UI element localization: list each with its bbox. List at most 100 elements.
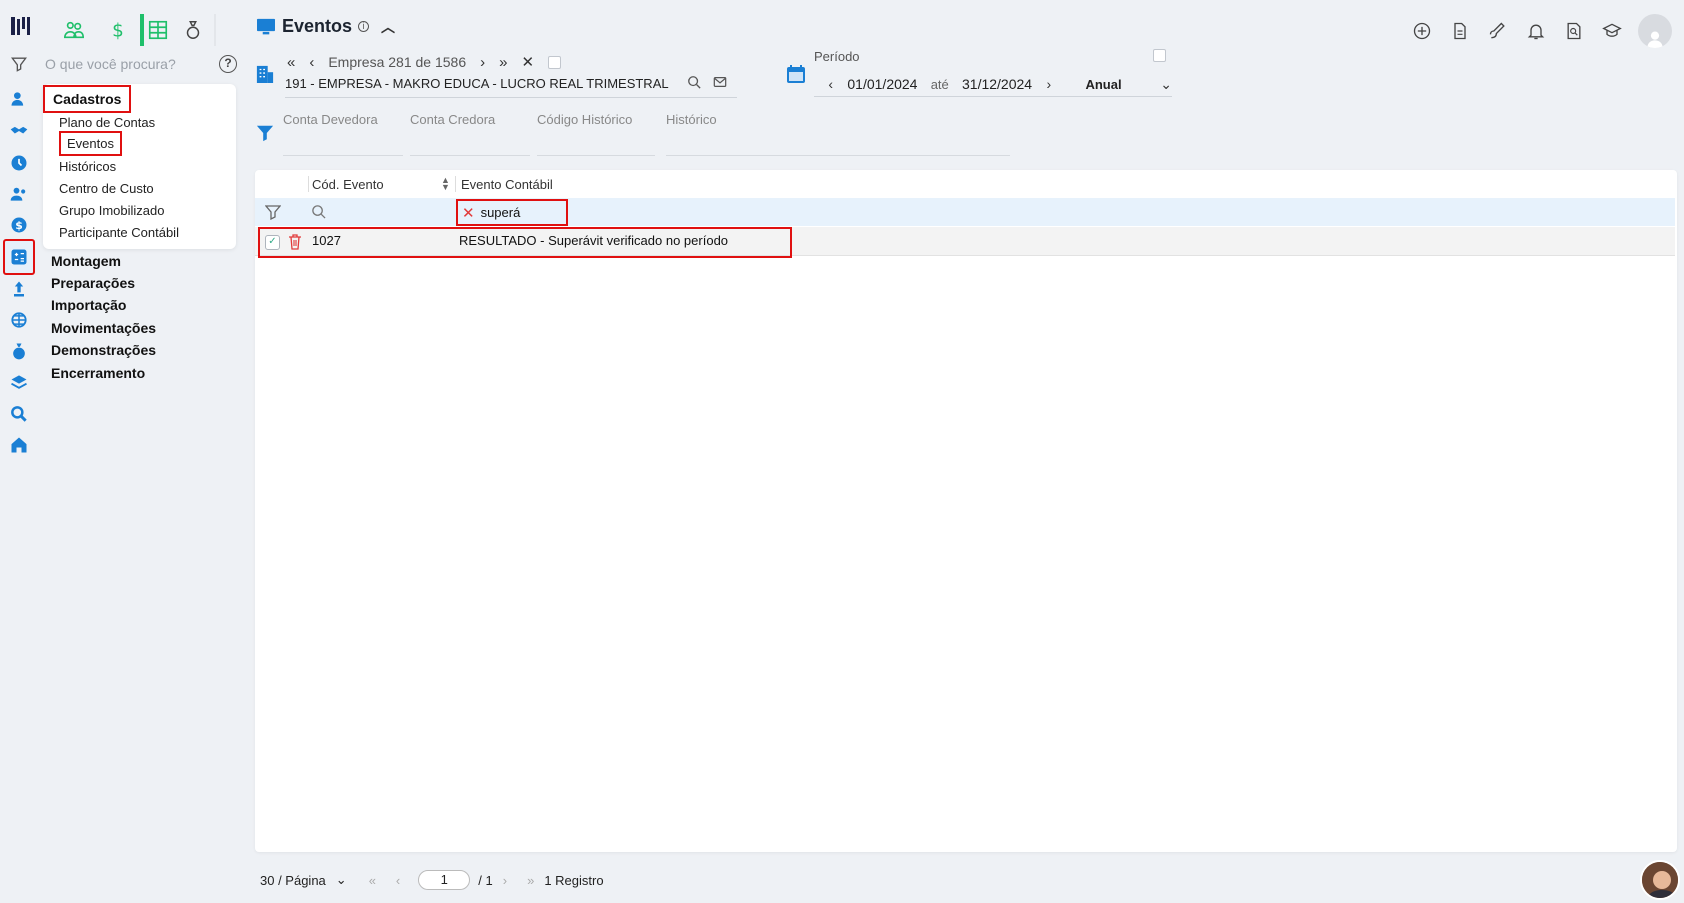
column-label-evento: Evento Contábil — [461, 176, 553, 192]
grid-module-icon[interactable] — [140, 14, 172, 46]
periodo-type[interactable]: Anual — [1085, 77, 1152, 92]
help-icon[interactable]: ? — [219, 55, 237, 73]
menu-group-encerramento[interactable]: Encerramento — [51, 365, 145, 381]
page-size-chevron-icon[interactable]: ⌄ — [336, 872, 347, 888]
filter-conta-devedora[interactable]: Conta Devedora — [283, 112, 403, 156]
module-bar: $ — [52, 14, 216, 46]
handshake-icon[interactable] — [7, 119, 31, 143]
report-search-icon[interactable] — [1562, 19, 1586, 43]
clear-filter-icon[interactable]: ✕ — [462, 204, 475, 222]
money-bag-icon[interactable] — [7, 339, 31, 363]
empresa-checkbox[interactable] — [548, 55, 562, 69]
evento-filter-input[interactable]: ✕ superá — [456, 199, 568, 226]
periodo-checkbox[interactable] — [1153, 49, 1166, 62]
first-page-icon[interactable]: « — [369, 873, 376, 888]
search-rail-icon[interactable] — [7, 402, 31, 426]
filter-historico[interactable]: Histórico — [666, 112, 1010, 156]
record-count: 1 Registro — [544, 872, 604, 888]
submenu-plano-de-contas[interactable]: Plano de Contas — [59, 115, 155, 130]
people-icon[interactable] — [7, 182, 31, 206]
periodo-start[interactable]: 01/01/2024 — [847, 76, 917, 92]
menu-group-preparacoes[interactable]: Preparações — [51, 275, 135, 291]
column-label-codigo: Cód. Evento — [312, 176, 384, 192]
column-divider — [455, 176, 456, 192]
add-circle-icon[interactable] — [1410, 19, 1434, 43]
next-page-icon[interactable]: › — [503, 873, 507, 888]
menu-group-importacao[interactable]: Importação — [51, 297, 126, 313]
menu-title-cadastros[interactable]: Cadastros — [43, 85, 132, 113]
last-company-icon[interactable]: » — [499, 54, 507, 71]
menu-group-demonstracoes[interactable]: Demonstrações — [51, 342, 156, 358]
document-icon[interactable] — [1448, 19, 1472, 43]
submenu-eventos[interactable]: Eventos — [59, 131, 122, 156]
monitor-icon — [257, 18, 275, 34]
layers-icon[interactable] — [7, 370, 31, 394]
info-icon[interactable]: i — [358, 21, 370, 32]
periodo-prev-icon[interactable]: ‹ — [814, 76, 847, 92]
search-placeholder[interactable]: O que você procura? — [45, 56, 176, 72]
submenu-participante-contabil[interactable]: Participante Contábil — [59, 225, 179, 240]
graduation-cap-icon[interactable] — [1600, 19, 1624, 43]
svg-text:$: $ — [112, 20, 124, 41]
empresa-field[interactable]: 191 - EMPRESA - MAKRO EDUCA - LUCRO REAL… — [285, 76, 737, 98]
empresa-navigation: « ‹ Empresa 281 de 1586 › » ✕ — [287, 53, 562, 71]
column-divider — [308, 176, 309, 192]
submenu-grupo-imobilizado[interactable]: Grupo Imobilizado — [59, 203, 165, 218]
brush-icon[interactable] — [1486, 19, 1510, 43]
chevron-up-icon[interactable]: ︿ — [381, 17, 395, 37]
events-grid: Cód. Evento ▲ ▼ Evento Contábil ✕ superá … — [255, 170, 1677, 852]
network-icon[interactable] — [7, 308, 31, 332]
filter-codigo-historico[interactable]: Código Histórico — [537, 112, 655, 156]
filter-conta-credora[interactable]: Conta Credora — [410, 112, 530, 156]
next-company-icon[interactable]: › — [480, 54, 485, 71]
clock-icon[interactable] — [7, 151, 31, 175]
dollar-icon[interactable]: $ — [7, 213, 31, 237]
menu-group-movimentacoes[interactable]: Movimentações — [51, 320, 156, 336]
bag-module-icon[interactable] — [172, 14, 216, 46]
empresa-counter: Empresa 281 de 1586 — [328, 54, 467, 70]
periodo-label: Período — [814, 49, 860, 64]
calendar-icon[interactable] — [786, 64, 806, 84]
mail-icon[interactable] — [713, 75, 727, 89]
periodo-ate: até — [930, 76, 949, 92]
chevron-down-icon[interactable]: ⌄ — [1160, 76, 1172, 93]
accounting-icon[interactable] — [3, 239, 35, 275]
row-filter-icon[interactable] — [265, 204, 281, 220]
app-logo[interactable] — [8, 14, 32, 38]
periodo-end[interactable]: 31/12/2024 — [962, 76, 1032, 92]
left-rail: $ — [0, 0, 38, 903]
periodo-next-icon[interactable]: › — [1032, 76, 1065, 92]
evento-filter-value: superá — [480, 205, 521, 220]
page-title-text: Eventos — [282, 16, 353, 36]
search-icon[interactable] — [687, 75, 701, 89]
submenu-historicos[interactable]: Históricos — [59, 159, 116, 174]
prev-company-icon[interactable]: ‹ — [309, 54, 314, 71]
home-icon[interactable] — [7, 433, 31, 457]
row-highlight — [258, 227, 792, 258]
svg-text:$: $ — [15, 219, 23, 232]
menu-search[interactable]: O que você procura? — [12, 52, 242, 76]
people-module-icon[interactable] — [52, 14, 96, 46]
upload-icon[interactable] — [7, 277, 31, 301]
bell-icon[interactable] — [1524, 19, 1548, 43]
support-chat-avatar[interactable] — [1640, 860, 1680, 900]
clear-company-icon[interactable]: ✕ — [521, 53, 534, 71]
dollar-module-icon[interactable]: $ — [96, 14, 140, 46]
user-settings-icon[interactable] — [7, 87, 31, 111]
column-header-evento[interactable]: Evento Contábil — [461, 170, 553, 198]
column-search-icon[interactable] — [311, 204, 326, 219]
menu-group-montagem[interactable]: Montagem — [51, 253, 121, 269]
last-page-icon[interactable]: » — [527, 873, 534, 888]
first-company-icon[interactable]: « — [287, 54, 295, 71]
pagination: 30 / Página ⌄ « ‹ 1 / 1 › » 1 Registro — [260, 870, 604, 890]
column-header-codigo[interactable]: Cód. Evento — [312, 170, 442, 198]
page-input[interactable]: 1 — [418, 870, 471, 890]
sort-icon[interactable]: ▲ ▼ — [441, 170, 450, 198]
user-avatar[interactable] — [1638, 14, 1672, 48]
page-size-select[interactable]: 30 / Página — [260, 873, 326, 888]
prev-page-icon[interactable]: ‹ — [396, 873, 400, 888]
page-title: Eventos i ︿ — [256, 16, 395, 37]
submenu-centro-de-custo[interactable]: Centro de Custo — [59, 181, 154, 196]
total-pages: / 1 — [478, 872, 493, 888]
funnel-filter-icon[interactable] — [256, 124, 274, 142]
